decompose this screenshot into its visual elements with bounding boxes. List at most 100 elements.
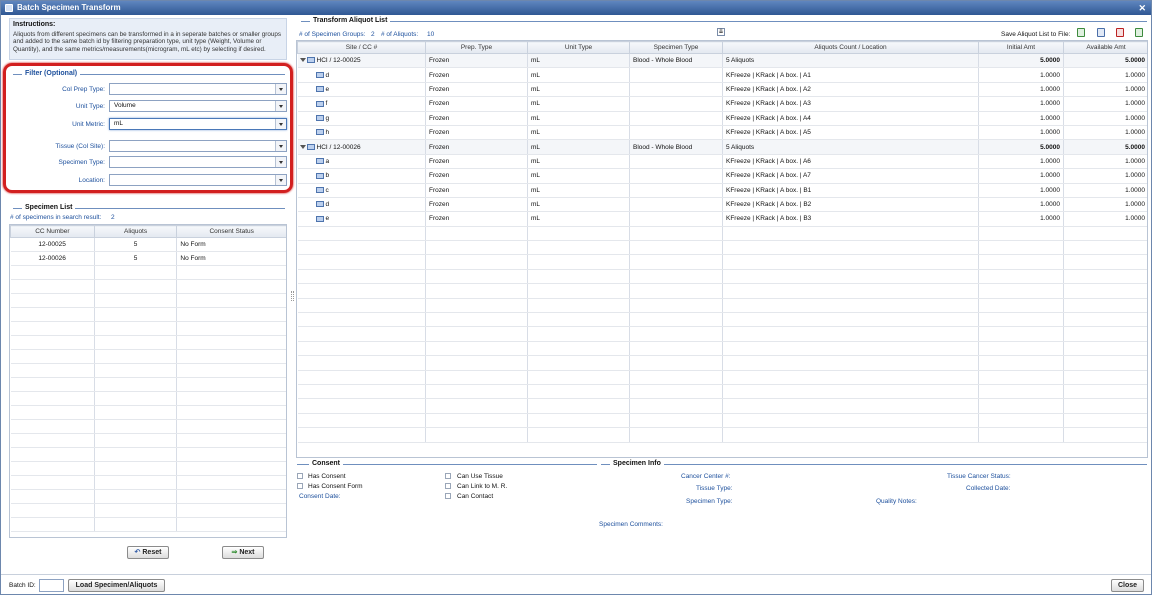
tissue-select[interactable]	[109, 140, 287, 152]
aliquots-cell: 5	[94, 251, 178, 266]
aliquot-row[interactable]: e Frozen mL KFreeze | KRack | A box. | A2 1.…	[297, 82, 1147, 98]
can-use-tissue-checkbox[interactable]	[445, 473, 451, 479]
aliquot-row[interactable]: h Frozen mL KFreeze | KRack | A box. | A5 1.…	[297, 125, 1147, 141]
col-site-cc[interactable]: Site / CC #	[297, 41, 426, 54]
unit-type-select[interactable]: Volume	[109, 100, 287, 112]
col-aliquots[interactable]: Aliquots	[93, 225, 178, 238]
empty-cell	[1063, 312, 1147, 328]
reset-button[interactable]: ↶ Reset	[127, 546, 169, 559]
initial-amt-cell: 1.0000	[978, 197, 1064, 213]
csv-export-icon[interactable]	[1097, 28, 1105, 37]
empty-row	[297, 312, 1147, 328]
initial-amt-cell: 1.0000	[978, 111, 1064, 126]
chevron-down-icon[interactable]	[275, 84, 286, 94]
initial-amt-cell: 5.0000	[978, 53, 1064, 69]
empty-cell	[978, 341, 1064, 357]
prep-type-cell: Frozen	[425, 125, 528, 141]
arrow-right-icon: ⇒	[231, 549, 238, 556]
location-select[interactable]	[109, 174, 287, 186]
empty-cell	[176, 461, 286, 476]
empty-cell	[176, 293, 286, 308]
can-link-checkbox[interactable]	[445, 483, 451, 489]
specimen-type-select[interactable]	[109, 156, 287, 168]
excel-export-icon[interactable]	[1077, 28, 1085, 37]
close-window-icon[interactable]: ✕	[1138, 1, 1146, 15]
empty-cell	[10, 265, 95, 280]
col-specimen-type[interactable]: Specimen Type	[629, 41, 723, 54]
chevron-down-icon[interactable]	[275, 175, 286, 185]
col-available-amt[interactable]: Available Amt	[1063, 41, 1147, 54]
empty-cell	[629, 312, 723, 328]
chevron-down-icon[interactable]	[275, 141, 286, 151]
site-cc-cell: d	[297, 67, 426, 83]
can-contact-checkbox[interactable]	[445, 493, 451, 499]
col-cc-number[interactable]: CC Number	[10, 225, 95, 238]
unit-metric-select[interactable]: mL	[109, 118, 287, 130]
empty-cell	[176, 265, 286, 280]
site-cc-cell: HCI / 12-00025	[297, 53, 426, 69]
empty-cell	[94, 419, 178, 434]
aliquot-row[interactable]: a Frozen mL KFreeze | KRack | A box. | A6 1.…	[297, 154, 1147, 170]
group-row[interactable]: HCI / 12-00025 Frozen mL Blood - Whole Bloo…	[297, 53, 1147, 69]
has-consent-form-checkbox[interactable]	[297, 483, 303, 489]
empty-cell	[176, 321, 286, 336]
splitter-handle[interactable]	[291, 291, 294, 301]
empty-cell	[722, 254, 979, 270]
aliquot-icon	[315, 71, 324, 78]
empty-row	[297, 226, 1147, 242]
prep-type-cell: Frozen	[425, 211, 528, 227]
close-button[interactable]: Close	[1111, 579, 1144, 592]
aliquot-row[interactable]: e Frozen mL KFreeze | KRack | A box. | B3 1.…	[297, 211, 1147, 227]
load-specimen-aliquots-button[interactable]: Load Specimen/Aliquots	[68, 579, 165, 592]
expand-toggle-icon[interactable]	[299, 58, 306, 63]
group-row[interactable]: HCI / 12-00026 Frozen mL Blood - Whole Bloo…	[297, 139, 1147, 155]
site-cc-cell: c	[297, 183, 426, 198]
aliquot-row[interactable]: g Frozen mL KFreeze | KRack | A box. | A4 1.…	[297, 111, 1147, 126]
aliquots-count: 10	[427, 31, 435, 38]
empty-cell	[722, 370, 979, 385]
col-prep-type[interactable]: Prep. Type	[425, 41, 528, 54]
collapse-all-icon[interactable]: ⇊	[717, 28, 725, 36]
chevron-down-icon[interactable]	[275, 101, 286, 111]
unit-type-cell: mL	[527, 67, 630, 83]
batch-id-input[interactable]	[39, 579, 64, 592]
aliquot-row[interactable]: c Frozen mL KFreeze | KRack | A box. | B1 1.…	[297, 183, 1147, 198]
xml-export-icon[interactable]	[1135, 28, 1143, 37]
has-consent-checkbox[interactable]	[297, 473, 303, 479]
table-row[interactable]: 12-00026 5 No Form	[10, 251, 286, 266]
chevron-down-icon[interactable]	[275, 119, 286, 129]
unit-type-cell: mL	[527, 154, 630, 170]
empty-cell	[527, 226, 630, 242]
aliquot-row[interactable]: d Frozen mL KFreeze | KRack | A box. | A1 1.…	[297, 67, 1147, 83]
aliquot-row[interactable]: f Frozen mL KFreeze | KRack | A box. | A3 1.…	[297, 96, 1147, 112]
expand-toggle-icon[interactable]	[299, 144, 306, 149]
prep-type-cell: Frozen	[425, 168, 528, 184]
specimen-type-cell	[629, 168, 723, 184]
next-button[interactable]: ⇒ Next	[222, 546, 264, 559]
unit-type-cell: mL	[527, 96, 630, 112]
prep-type-cell: Frozen	[425, 111, 528, 126]
aliquot-row[interactable]: d Frozen mL KFreeze | KRack | A box. | B2 1.…	[297, 197, 1147, 213]
col-consent-status[interactable]: Consent Status	[176, 225, 286, 238]
col-unit-type[interactable]: Unit Type	[527, 41, 630, 54]
col-initial-amt[interactable]: Initial Amt	[978, 41, 1064, 54]
site-cc-cell: e	[297, 82, 426, 98]
chevron-down-icon[interactable]	[275, 157, 286, 167]
site-cc-text: HCI / 12-00026	[316, 143, 361, 151]
table-row[interactable]: 12-00025 5 No Form	[10, 237, 286, 252]
initial-amt-cell: 1.0000	[978, 168, 1064, 184]
empty-cell	[94, 447, 178, 462]
col-prep-type-select[interactable]	[109, 83, 287, 95]
prep-type-cell: Frozen	[425, 183, 528, 198]
empty-cell	[297, 226, 426, 242]
pdf-export-icon[interactable]	[1116, 28, 1124, 37]
site-cc-cell: b	[297, 168, 426, 184]
col-aliquots-location[interactable]: Aliquots Count / Location	[722, 41, 979, 54]
empty-cell	[94, 517, 178, 532]
instructions-heading: Instructions:	[13, 21, 56, 28]
site-cc-text: b	[325, 172, 330, 180]
aliquot-row[interactable]: b Frozen mL KFreeze | KRack | A box. | A7 1.…	[297, 168, 1147, 184]
empty-cell	[10, 335, 95, 350]
empty-cell	[94, 405, 178, 420]
empty-cell	[629, 398, 723, 414]
